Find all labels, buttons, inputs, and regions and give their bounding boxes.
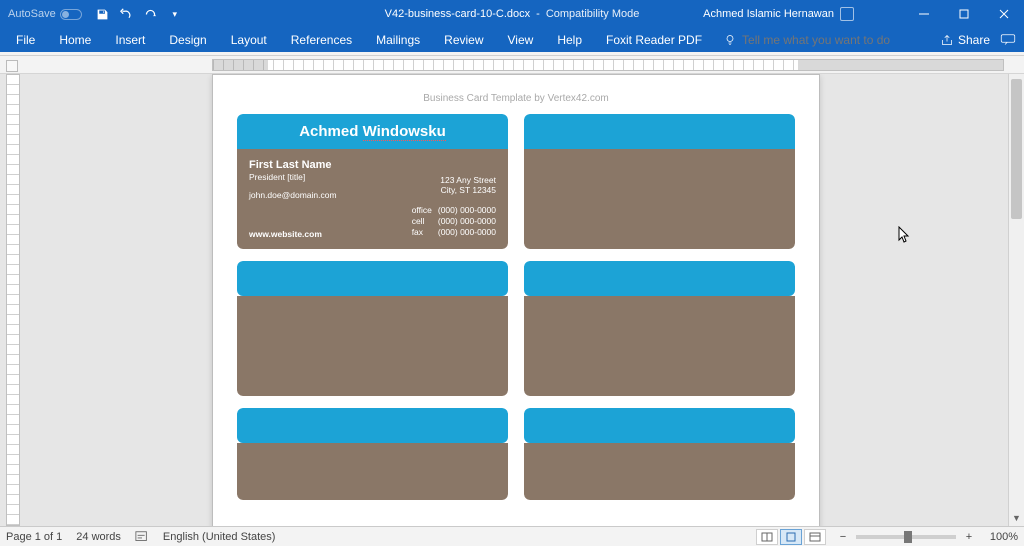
document-name: V42-business-card-10-C.docx — [385, 8, 531, 20]
mouse-cursor-icon — [898, 226, 910, 244]
document-page[interactable]: Business Card Template by Vertex42.com A… — [212, 74, 820, 526]
tab-view[interactable]: View — [496, 29, 546, 51]
tell-me-input[interactable] — [742, 33, 912, 47]
business-card[interactable] — [237, 261, 508, 396]
horizontal-ruler[interactable] — [212, 59, 1004, 71]
status-bar: Page 1 of 1 24 words English (United Sta… — [0, 526, 1024, 546]
card-address: 123 Any Street City, ST 12345 — [440, 175, 496, 195]
zoom-out-button[interactable]: − — [836, 531, 850, 543]
zoom-control: − + 100% — [836, 531, 1018, 543]
tab-references[interactable]: References — [279, 29, 364, 51]
zoom-in-button[interactable]: + — [962, 531, 976, 543]
quick-access-toolbar: ▾ — [96, 7, 182, 21]
vertical-scrollbar[interactable]: ▲ ▼ — [1008, 74, 1024, 526]
status-word-count[interactable]: 24 words — [76, 531, 121, 543]
card-header[interactable]: Achmed Windowsku — [237, 114, 508, 149]
print-layout-icon — [785, 532, 797, 542]
zoom-level[interactable]: 100% — [982, 531, 1018, 543]
card-body[interactable] — [237, 443, 508, 500]
title-bar: AutoSave ▾ V42-business-card-10-C.docx -… — [0, 0, 1024, 28]
share-icon — [941, 34, 953, 46]
user-avatar-icon — [840, 7, 854, 21]
tab-file[interactable]: File — [4, 29, 47, 51]
status-language[interactable]: English (United States) — [163, 531, 276, 543]
compatibility-mode-label: Compatibility Mode — [546, 8, 640, 20]
user-account[interactable]: Achmed Islamic Hernawan — [703, 7, 854, 21]
read-mode-button[interactable] — [756, 529, 778, 545]
tab-insert[interactable]: Insert — [103, 29, 157, 51]
autosave-control[interactable]: AutoSave — [8, 8, 82, 20]
web-layout-icon — [809, 532, 821, 542]
document-title: V42-business-card-10-C.docx - Compatibil… — [385, 8, 640, 20]
scrollbar-thumb[interactable] — [1011, 79, 1022, 219]
business-card[interactable] — [524, 408, 795, 500]
zoom-slider-knob[interactable] — [904, 531, 912, 543]
status-page[interactable]: Page 1 of 1 — [6, 531, 62, 543]
tab-help[interactable]: Help — [545, 29, 594, 51]
tell-me-search[interactable] — [724, 33, 912, 47]
close-button[interactable] — [984, 0, 1024, 28]
business-cards-grid: Achmed Windowsku First Last Name Preside… — [237, 114, 795, 500]
business-card[interactable] — [524, 261, 795, 396]
card-header-name: Achmed Windowsku — [299, 123, 446, 140]
card-header[interactable] — [237, 261, 508, 296]
page-watermark: Business Card Template by Vertex42.com — [237, 93, 795, 104]
card-body[interactable] — [237, 296, 508, 396]
card-body[interactable]: First Last Name President [title] john.d… — [237, 149, 508, 249]
window-controls — [904, 0, 1024, 28]
tab-review[interactable]: Review — [432, 29, 495, 51]
ribbon-tabs: File Home Insert Design Layout Reference… — [0, 28, 1024, 52]
card-header[interactable] — [237, 408, 508, 443]
card-website: www.website.com — [249, 229, 322, 239]
scroll-down-icon[interactable]: ▼ — [1009, 510, 1024, 526]
ruler-corner[interactable] — [6, 60, 18, 72]
card-header[interactable] — [524, 408, 795, 443]
maximize-button[interactable] — [944, 0, 984, 28]
spellcheck-icon — [135, 530, 149, 544]
card-header[interactable] — [524, 261, 795, 296]
ruler-row — [0, 56, 1024, 74]
card-body[interactable] — [524, 443, 795, 500]
card-name: First Last Name — [249, 159, 496, 171]
save-icon[interactable] — [96, 7, 110, 21]
tab-layout[interactable]: Layout — [219, 29, 279, 51]
minimize-button[interactable] — [904, 0, 944, 28]
share-label: Share — [958, 33, 990, 47]
print-layout-button[interactable] — [780, 529, 802, 545]
business-card[interactable] — [524, 114, 795, 249]
card-header[interactable] — [524, 114, 795, 149]
web-layout-button[interactable] — [804, 529, 826, 545]
business-card[interactable]: Achmed Windowsku First Last Name Preside… — [237, 114, 508, 249]
status-spellcheck[interactable] — [135, 530, 149, 544]
card-body[interactable] — [524, 296, 795, 396]
read-mode-icon — [761, 532, 773, 542]
share-button[interactable]: Share — [941, 33, 990, 47]
card-body[interactable] — [524, 149, 795, 249]
business-card[interactable] — [237, 408, 508, 500]
lightbulb-icon — [724, 34, 736, 46]
tab-foxit[interactable]: Foxit Reader PDF — [594, 29, 714, 51]
comments-icon[interactable] — [1000, 34, 1016, 46]
view-mode-buttons — [756, 529, 826, 545]
card-phones: office(000) 000-0000 cell(000) 000-0000 … — [412, 205, 496, 237]
zoom-slider[interactable] — [856, 535, 956, 539]
tab-design[interactable]: Design — [157, 29, 218, 51]
user-name: Achmed Islamic Hernawan — [703, 8, 834, 20]
tab-mailings[interactable]: Mailings — [364, 29, 432, 51]
tab-home[interactable]: Home — [47, 29, 103, 51]
undo-icon[interactable] — [120, 7, 134, 21]
vertical-ruler[interactable] — [6, 74, 20, 526]
autosave-toggle-icon[interactable] — [60, 9, 82, 20]
document-workspace: Business Card Template by Vertex42.com A… — [0, 74, 1024, 526]
autosave-label: AutoSave — [8, 8, 56, 20]
qat-customize-icon[interactable]: ▾ — [168, 7, 182, 21]
redo-icon[interactable] — [144, 7, 158, 21]
